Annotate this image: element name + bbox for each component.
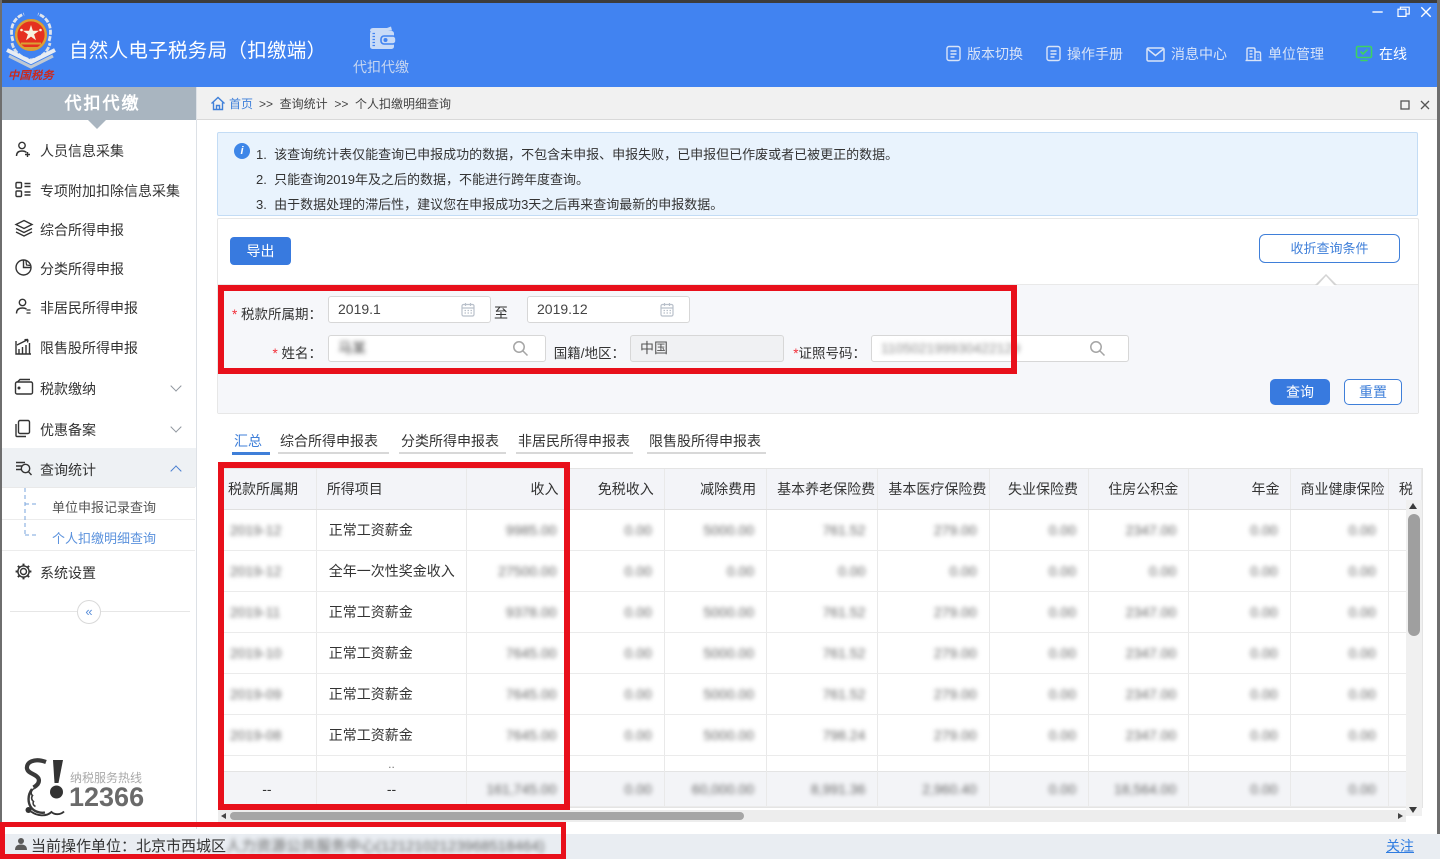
svg-text:中国税务: 中国税务	[8, 69, 55, 82]
